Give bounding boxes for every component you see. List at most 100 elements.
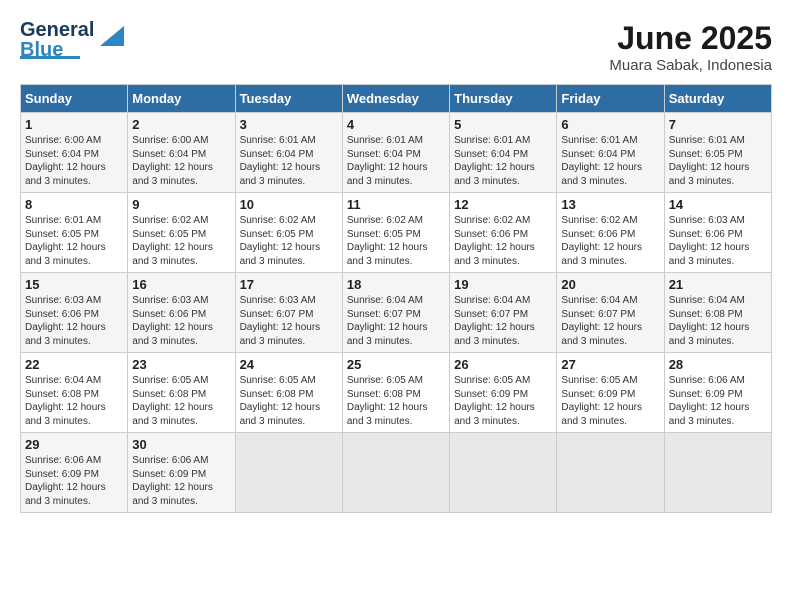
calendar-cell: 14 Sunrise: 6:03 AM Sunset: 6:06 PM Dayl… bbox=[664, 193, 771, 273]
calendar-cell: 7 Sunrise: 6:01 AM Sunset: 6:05 PM Dayli… bbox=[664, 113, 771, 193]
calendar-week-5: 29 Sunrise: 6:06 AM Sunset: 6:09 PM Dayl… bbox=[21, 433, 772, 513]
calendar-cell: 1 Sunrise: 6:00 AM Sunset: 6:04 PM Dayli… bbox=[21, 113, 128, 193]
day-info: Sunrise: 6:06 AM Sunset: 6:09 PM Dayligh… bbox=[132, 454, 230, 508]
calendar-cell: 9 Sunrise: 6:02 AM Sunset: 6:05 PM Dayli… bbox=[128, 193, 235, 273]
day-number: 16 bbox=[132, 277, 230, 292]
day-number: 12 bbox=[454, 197, 552, 212]
day-number: 19 bbox=[454, 277, 552, 292]
calendar-week-3: 15 Sunrise: 6:03 AM Sunset: 6:06 PM Dayl… bbox=[21, 273, 772, 353]
calendar-cell: 27 Sunrise: 6:05 AM Sunset: 6:09 PM Dayl… bbox=[557, 353, 664, 433]
calendar-cell: 30 Sunrise: 6:06 AM Sunset: 6:09 PM Dayl… bbox=[128, 433, 235, 513]
calendar-cell: 28 Sunrise: 6:06 AM Sunset: 6:09 PM Dayl… bbox=[664, 353, 771, 433]
day-info: Sunrise: 6:05 AM Sunset: 6:08 PM Dayligh… bbox=[347, 374, 445, 428]
day-number: 4 bbox=[347, 117, 445, 132]
header: General Blue June 2025 Muara Sabak, Indo… bbox=[20, 20, 772, 74]
day-number: 14 bbox=[669, 197, 767, 212]
day-info: Sunrise: 6:01 AM Sunset: 6:05 PM Dayligh… bbox=[669, 134, 767, 188]
col-header-thursday: Thursday bbox=[450, 85, 557, 113]
calendar-cell: 3 Sunrise: 6:01 AM Sunset: 6:04 PM Dayli… bbox=[235, 113, 342, 193]
calendar-week-1: 1 Sunrise: 6:00 AM Sunset: 6:04 PM Dayli… bbox=[21, 113, 772, 193]
day-number: 2 bbox=[132, 117, 230, 132]
day-info: Sunrise: 6:04 AM Sunset: 6:08 PM Dayligh… bbox=[669, 294, 767, 348]
day-info: Sunrise: 6:02 AM Sunset: 6:05 PM Dayligh… bbox=[347, 214, 445, 268]
calendar-cell: 20 Sunrise: 6:04 AM Sunset: 6:07 PM Dayl… bbox=[557, 273, 664, 353]
calendar-cell: 2 Sunrise: 6:00 AM Sunset: 6:04 PM Dayli… bbox=[128, 113, 235, 193]
calendar-cell: 4 Sunrise: 6:01 AM Sunset: 6:04 PM Dayli… bbox=[342, 113, 449, 193]
day-info: Sunrise: 6:03 AM Sunset: 6:06 PM Dayligh… bbox=[25, 294, 123, 348]
calendar-cell: 22 Sunrise: 6:04 AM Sunset: 6:08 PM Dayl… bbox=[21, 353, 128, 433]
calendar-cell: 17 Sunrise: 6:03 AM Sunset: 6:07 PM Dayl… bbox=[235, 273, 342, 353]
calendar-cell: 26 Sunrise: 6:05 AM Sunset: 6:09 PM Dayl… bbox=[450, 353, 557, 433]
day-number: 5 bbox=[454, 117, 552, 132]
col-header-wednesday: Wednesday bbox=[342, 85, 449, 113]
day-number: 30 bbox=[132, 437, 230, 452]
calendar-cell: 10 Sunrise: 6:02 AM Sunset: 6:05 PM Dayl… bbox=[235, 193, 342, 273]
calendar-cell: 18 Sunrise: 6:04 AM Sunset: 6:07 PM Dayl… bbox=[342, 273, 449, 353]
calendar-cell: 16 Sunrise: 6:03 AM Sunset: 6:06 PM Dayl… bbox=[128, 273, 235, 353]
day-number: 11 bbox=[347, 197, 445, 212]
calendar-cell: 23 Sunrise: 6:05 AM Sunset: 6:08 PM Dayl… bbox=[128, 353, 235, 433]
day-info: Sunrise: 6:06 AM Sunset: 6:09 PM Dayligh… bbox=[25, 454, 123, 508]
title-area: June 2025 Muara Sabak, Indonesia bbox=[609, 20, 772, 74]
calendar-cell: 25 Sunrise: 6:05 AM Sunset: 6:08 PM Dayl… bbox=[342, 353, 449, 433]
day-info: Sunrise: 6:02 AM Sunset: 6:06 PM Dayligh… bbox=[454, 214, 552, 268]
day-info: Sunrise: 6:00 AM Sunset: 6:04 PM Dayligh… bbox=[25, 134, 123, 188]
day-info: Sunrise: 6:01 AM Sunset: 6:04 PM Dayligh… bbox=[347, 134, 445, 188]
col-header-saturday: Saturday bbox=[664, 85, 771, 113]
day-info: Sunrise: 6:06 AM Sunset: 6:09 PM Dayligh… bbox=[669, 374, 767, 428]
calendar-cell: 21 Sunrise: 6:04 AM Sunset: 6:08 PM Dayl… bbox=[664, 273, 771, 353]
col-header-tuesday: Tuesday bbox=[235, 85, 342, 113]
calendar-week-4: 22 Sunrise: 6:04 AM Sunset: 6:08 PM Dayl… bbox=[21, 353, 772, 433]
day-info: Sunrise: 6:03 AM Sunset: 6:07 PM Dayligh… bbox=[240, 294, 338, 348]
col-header-sunday: Sunday bbox=[21, 85, 128, 113]
calendar-cell: 24 Sunrise: 6:05 AM Sunset: 6:08 PM Dayl… bbox=[235, 353, 342, 433]
day-info: Sunrise: 6:04 AM Sunset: 6:07 PM Dayligh… bbox=[561, 294, 659, 348]
day-number: 22 bbox=[25, 357, 123, 372]
logo-underline bbox=[20, 56, 80, 59]
day-info: Sunrise: 6:04 AM Sunset: 6:07 PM Dayligh… bbox=[454, 294, 552, 348]
day-number: 24 bbox=[240, 357, 338, 372]
calendar-header-row: SundayMondayTuesdayWednesdayThursdayFrid… bbox=[21, 85, 772, 113]
calendar-table: SundayMondayTuesdayWednesdayThursdayFrid… bbox=[20, 84, 772, 513]
day-number: 6 bbox=[561, 117, 659, 132]
day-number: 15 bbox=[25, 277, 123, 292]
col-header-monday: Monday bbox=[128, 85, 235, 113]
calendar-cell: 13 Sunrise: 6:02 AM Sunset: 6:06 PM Dayl… bbox=[557, 193, 664, 273]
day-info: Sunrise: 6:02 AM Sunset: 6:05 PM Dayligh… bbox=[132, 214, 230, 268]
day-info: Sunrise: 6:05 AM Sunset: 6:09 PM Dayligh… bbox=[561, 374, 659, 428]
calendar-cell: 6 Sunrise: 6:01 AM Sunset: 6:04 PM Dayli… bbox=[557, 113, 664, 193]
day-info: Sunrise: 6:02 AM Sunset: 6:05 PM Dayligh… bbox=[240, 214, 338, 268]
day-info: Sunrise: 6:01 AM Sunset: 6:04 PM Dayligh… bbox=[561, 134, 659, 188]
day-number: 20 bbox=[561, 277, 659, 292]
calendar-cell: 12 Sunrise: 6:02 AM Sunset: 6:06 PM Dayl… bbox=[450, 193, 557, 273]
day-info: Sunrise: 6:03 AM Sunset: 6:06 PM Dayligh… bbox=[132, 294, 230, 348]
calendar-cell bbox=[450, 433, 557, 513]
day-info: Sunrise: 6:05 AM Sunset: 6:08 PM Dayligh… bbox=[132, 374, 230, 428]
day-info: Sunrise: 6:05 AM Sunset: 6:08 PM Dayligh… bbox=[240, 374, 338, 428]
day-number: 8 bbox=[25, 197, 123, 212]
day-number: 23 bbox=[132, 357, 230, 372]
day-info: Sunrise: 6:01 AM Sunset: 6:04 PM Dayligh… bbox=[240, 134, 338, 188]
day-number: 26 bbox=[454, 357, 552, 372]
day-info: Sunrise: 6:02 AM Sunset: 6:06 PM Dayligh… bbox=[561, 214, 659, 268]
day-number: 17 bbox=[240, 277, 338, 292]
logo-general: General bbox=[20, 19, 94, 41]
day-number: 1 bbox=[25, 117, 123, 132]
logo-icon bbox=[96, 22, 124, 50]
calendar-cell: 15 Sunrise: 6:03 AM Sunset: 6:06 PM Dayl… bbox=[21, 273, 128, 353]
day-number: 9 bbox=[132, 197, 230, 212]
calendar-cell: 5 Sunrise: 6:01 AM Sunset: 6:04 PM Dayli… bbox=[450, 113, 557, 193]
day-number: 18 bbox=[347, 277, 445, 292]
day-number: 10 bbox=[240, 197, 338, 212]
day-number: 7 bbox=[669, 117, 767, 132]
calendar-cell bbox=[664, 433, 771, 513]
calendar-cell bbox=[235, 433, 342, 513]
calendar-cell: 19 Sunrise: 6:04 AM Sunset: 6:07 PM Dayl… bbox=[450, 273, 557, 353]
day-info: Sunrise: 6:05 AM Sunset: 6:09 PM Dayligh… bbox=[454, 374, 552, 428]
calendar-cell: 11 Sunrise: 6:02 AM Sunset: 6:05 PM Dayl… bbox=[342, 193, 449, 273]
col-header-friday: Friday bbox=[557, 85, 664, 113]
calendar-cell bbox=[557, 433, 664, 513]
logo: General Blue bbox=[20, 20, 124, 59]
day-info: Sunrise: 6:01 AM Sunset: 6:05 PM Dayligh… bbox=[25, 214, 123, 268]
day-info: Sunrise: 6:01 AM Sunset: 6:04 PM Dayligh… bbox=[454, 134, 552, 188]
